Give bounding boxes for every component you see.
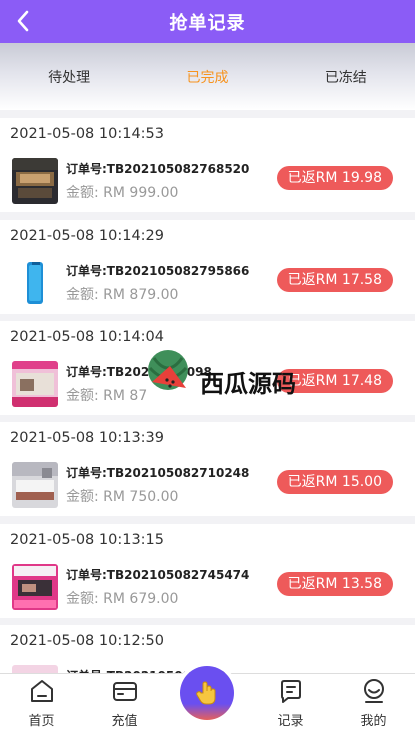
order-number: 订单号:TB2021 735098 xyxy=(66,365,212,379)
order-amount: 金额: RM 679.00 xyxy=(66,591,179,607)
home-icon xyxy=(27,676,57,706)
record-item[interactable]: 2021-05-08 10:14:53 订单号:TB20210508276852… xyxy=(0,118,415,212)
order-amount: 金额: RM 750.00 xyxy=(66,489,179,505)
product-thumbnail xyxy=(12,260,58,306)
tab-frozen[interactable]: 已冻结 xyxy=(277,43,415,110)
nav-home[interactable]: 首页 xyxy=(0,674,83,733)
record-time: 2021-05-08 10:14:04 xyxy=(10,329,164,345)
order-number: 订单号:TB202105082768520 xyxy=(66,162,250,176)
product-thumbnail xyxy=(12,564,58,610)
nav-records[interactable]: 记录 xyxy=(249,674,332,733)
tab-pending[interactable]: 待处理 xyxy=(0,43,138,110)
nav-label: 我的 xyxy=(360,714,387,729)
order-number: 订单号:TB202105082795866 xyxy=(66,264,250,278)
chevron-left-icon xyxy=(17,10,29,32)
record-icon xyxy=(276,676,306,706)
nav-profile[interactable]: 我的 xyxy=(332,674,415,733)
back-button[interactable] xyxy=(10,8,36,34)
record-item[interactable]: 2021-05-08 10:13:39 订单号:TB20210508271024… xyxy=(0,422,415,516)
order-amount: 金额: RM 879.00 xyxy=(66,287,179,303)
nav-label: 记录 xyxy=(277,714,304,729)
record-time: 2021-05-08 10:12:50 xyxy=(10,633,164,649)
product-thumbnail xyxy=(12,158,58,204)
order-amount: 金额: RM 999.00 xyxy=(66,185,179,201)
wallet-icon xyxy=(110,676,140,706)
rebate-badge: 已返RM 17.58 xyxy=(276,268,393,292)
tab-completed[interactable]: 已完成 xyxy=(138,43,276,110)
rebate-badge: 已返RM 15.00 xyxy=(276,470,393,494)
rebate-badge: 已返RM 19.98 xyxy=(276,166,393,190)
status-tabs: 待处理 已完成 已冻结 xyxy=(0,43,415,110)
rebate-badge: 已返RM 13.58 xyxy=(276,572,393,596)
record-time: 2021-05-08 10:14:53 xyxy=(10,126,164,142)
record-time: 2021-05-08 10:13:39 xyxy=(10,430,164,446)
grab-order-hand-icon xyxy=(196,681,216,705)
nav-recharge[interactable]: 充值 xyxy=(83,674,166,733)
nav-label: 充值 xyxy=(111,714,138,729)
record-time: 2021-05-08 10:13:15 xyxy=(10,532,164,548)
rebate-badge: 已返RM 17.48 xyxy=(276,369,393,393)
product-thumbnail xyxy=(12,462,58,508)
grab-order-button[interactable] xyxy=(180,666,234,720)
record-item[interactable]: 2021-05-08 10:14:29 订单号:TB20210508279586… xyxy=(0,220,415,314)
nav-label: 首页 xyxy=(28,714,55,729)
order-number: 订单号:TB202105082745474 xyxy=(66,568,250,582)
product-thumbnail xyxy=(12,361,58,407)
record-item[interactable]: 2021-05-08 10:14:04 订单号:TB2021 735098 金额… xyxy=(0,321,415,415)
profile-icon xyxy=(359,676,389,706)
record-item[interactable]: 2021-05-08 10:13:15 订单号:TB20210508274547… xyxy=(0,524,415,618)
record-time: 2021-05-08 10:14:29 xyxy=(10,228,164,244)
page: 抢单记录 待处理 已完成 已冻结 2021-05-08 10:14:53 订单号… xyxy=(0,0,415,733)
order-number: 订单号:TB202105082710248 xyxy=(66,466,250,480)
page-title: 抢单记录 xyxy=(169,12,246,34)
header-bar: 抢单记录 xyxy=(0,0,415,43)
order-amount: 金额: RM 87 xyxy=(66,388,148,404)
